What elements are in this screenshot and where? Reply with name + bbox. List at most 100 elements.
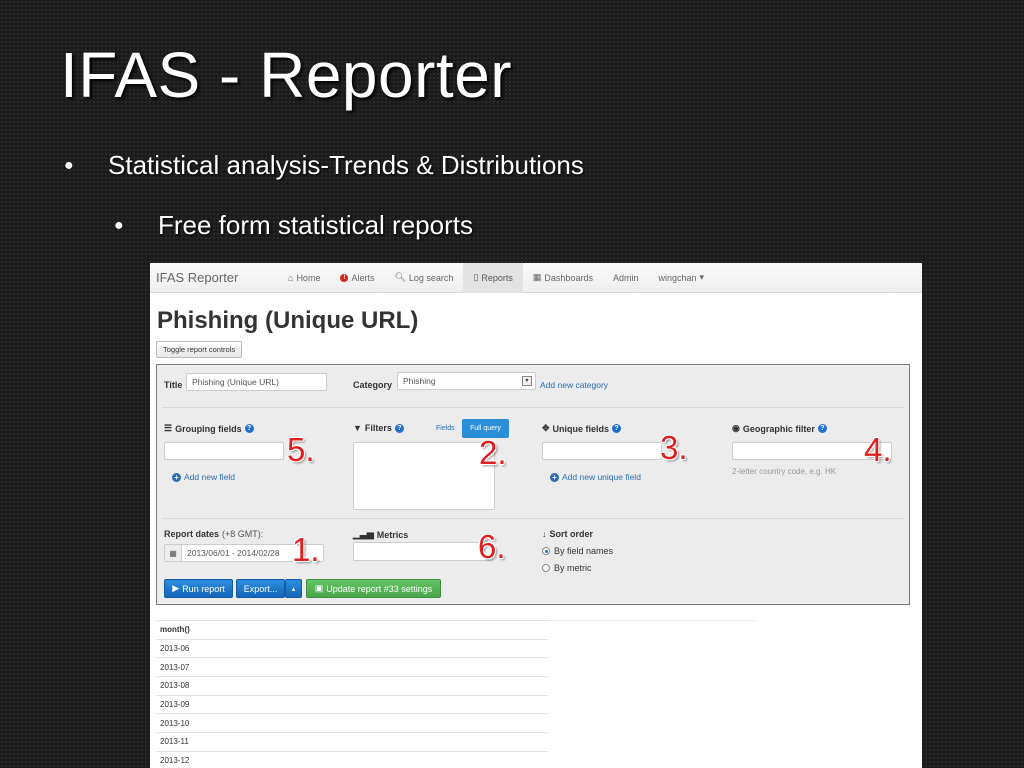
nav-user-menu[interactable]: wingchan ▾ (648, 263, 714, 293)
add-field-label: Add new field (184, 472, 236, 482)
chevron-down-icon: ▾ (522, 376, 532, 386)
sort-order-label: Sort order (549, 529, 594, 539)
caret-down-icon: ▾ (699, 272, 705, 282)
filters-tab-fields[interactable]: Fields (436, 425, 455, 432)
nav-log-search[interactable]: 🔍︎ Log search (384, 263, 463, 293)
annotation-2: 2. (479, 434, 507, 471)
category-select[interactable]: Phishing ▾ (397, 372, 536, 390)
sort-order-heading: ↓ Sort order (542, 529, 593, 539)
bullet-dot-icon: ● (114, 216, 124, 234)
title-input[interactable]: Phishing (Unique URL) (186, 373, 327, 391)
page-title: Phishing (Unique URL) (157, 307, 419, 334)
annotation-6: 6. (478, 528, 506, 565)
table-row: 2013-09 (156, 694, 548, 714)
nav-label: Alerts (351, 272, 375, 283)
home-icon: ⌂ (288, 272, 294, 283)
report-dates-value: 2013/06/01 - 2014/02/28 (187, 548, 280, 558)
report-controls-panel: Title Phishing (Unique URL) Category Phi… (156, 364, 910, 605)
geo-filter-hint: 2-letter country code, e.g. HK (732, 467, 837, 476)
grid-icon: ▦ (532, 272, 542, 282)
radio-label: By field names (554, 546, 614, 556)
report-dates-label: Report dates (164, 529, 220, 539)
category-label: Category (353, 380, 393, 390)
slide-title: IFAS - Reporter (60, 39, 513, 111)
metrics-input[interactable] (353, 542, 493, 561)
sort-by-metric-radio[interactable]: By metric (542, 563, 592, 573)
table-row: 2013-12 (156, 750, 548, 768)
geo-filter-label: Geographic filter (742, 423, 815, 434)
add-category-link[interactable]: Add new category (540, 380, 608, 390)
bullet-level-1: ● Statistical analysis-Trends & Distribu… (64, 150, 584, 181)
nav-dashboards[interactable]: ▦ Dashboards (523, 263, 603, 293)
toggle-report-controls-button[interactable]: Toggle report controls (156, 341, 243, 358)
run-report-button[interactable]: ▶ Run report (164, 579, 233, 598)
bullet-level-2: ● Free form statistical reports (114, 210, 473, 241)
radio-unselected-icon (542, 564, 550, 572)
unique-fields-label: Unique fields (552, 423, 610, 434)
grouping-fields-label: Grouping fields (175, 423, 242, 434)
grouping-field-input[interactable] (164, 442, 284, 460)
export-dropdown-toggle[interactable]: ▴ (285, 579, 302, 598)
nav-admin[interactable]: Admin (603, 263, 649, 293)
filters-heading: ▼ Filters ? (353, 423, 404, 433)
update-report-label: Update report #33 settings (326, 583, 433, 594)
plus-circle-icon: + (172, 472, 181, 482)
update-report-settings-button[interactable]: ▣ Update report #33 settings (306, 579, 441, 598)
move-icon: ✥ (542, 423, 550, 433)
document-icon: ▯ (473, 272, 479, 282)
nav-reports[interactable]: ▯ Reports (463, 263, 523, 293)
grouping-fields-heading: ☰ Grouping fields ? (164, 423, 254, 434)
nav-label: Log search (408, 272, 454, 283)
navbar: IFAS Reporter ⌂ Home ! Alerts 🔍︎ Log sea… (150, 263, 922, 293)
help-icon[interactable]: ? (394, 423, 404, 433)
table-row: 2013-07 (156, 657, 548, 676)
add-unique-field-link[interactable]: + Add new unique field (550, 472, 641, 482)
table-header[interactable]: month() (156, 620, 548, 639)
nav-label: wingchan (658, 272, 697, 283)
brand[interactable]: IFAS Reporter (150, 270, 278, 285)
run-report-label: Run report (182, 583, 225, 594)
nav-label: Dashboards (544, 272, 593, 283)
timezone-label: (+8 GMT): (222, 529, 264, 539)
save-icon: ▣ (314, 583, 324, 593)
add-field-link[interactable]: + Add new field (172, 472, 235, 482)
help-icon[interactable]: ? (244, 424, 254, 433)
alert-icon: ! (340, 273, 349, 282)
divider (162, 407, 904, 408)
add-unique-label: Add new unique field (562, 472, 641, 482)
globe-icon: ◉ (732, 423, 740, 433)
export-button[interactable]: Export... (236, 579, 285, 598)
radio-label: By metric (554, 563, 592, 573)
radio-selected-icon (542, 547, 550, 555)
caret-down-icon: ▴ (291, 585, 296, 593)
annotation-3: 3. (660, 429, 688, 466)
unique-field-input[interactable] (542, 442, 662, 460)
signal-bars-icon: ▁▃▅ (353, 529, 374, 539)
table-row: 2013-11 (156, 732, 548, 751)
unique-fields-heading: ✥ Unique fields ? (542, 423, 622, 434)
nav-alerts[interactable]: ! Alerts (330, 263, 384, 293)
filter-icon: ▼ (353, 423, 362, 433)
table-row: 2013-06 (156, 638, 548, 658)
search-icon: 🔍︎ (394, 272, 406, 282)
help-icon[interactable]: ? (612, 424, 622, 433)
help-icon[interactable]: ? (817, 424, 827, 433)
nav-label: Reports (481, 272, 513, 283)
table-row: 2013-10 (156, 713, 548, 732)
calendar-icon[interactable]: ▦ (165, 545, 182, 561)
nav-label: Home (296, 272, 321, 283)
annotation-4: 4. (864, 431, 892, 468)
metrics-heading: ▁▃▅ Metrics (353, 529, 408, 540)
title-label: Title (164, 380, 183, 390)
sort-by-field-names-radio[interactable]: By field names (542, 546, 613, 556)
play-icon: ▶ (172, 583, 180, 593)
annotation-1: 1. (292, 531, 320, 568)
geo-filter-heading: ◉ Geographic filter ? (732, 423, 827, 434)
report-dates-heading: Report dates (+8 GMT): (164, 529, 263, 539)
filters-label: Filters (364, 423, 392, 433)
metrics-label: Metrics (376, 529, 409, 540)
reporter-screenshot: IFAS Reporter ⌂ Home ! Alerts 🔍︎ Log sea… (150, 263, 922, 768)
divider (548, 620, 758, 621)
filters-textarea[interactable] (353, 442, 495, 510)
nav-home[interactable]: ⌂ Home (278, 263, 330, 293)
